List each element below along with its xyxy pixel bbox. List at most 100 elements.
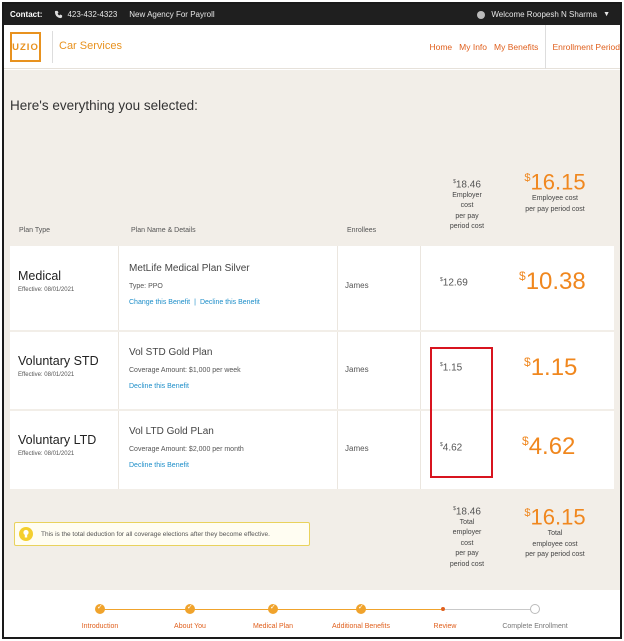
decline-benefit-link[interactable]: Decline this Benefit — [129, 462, 189, 469]
employer-cost-total: $18.46 — [453, 179, 481, 191]
user-menu[interactable]: Welcome Roopesh N Sharma ▼ — [477, 4, 610, 25]
contact-phone[interactable]: 423-432-4323 — [67, 10, 117, 19]
step-additional-benefits[interactable]: Additional Benefits — [332, 623, 390, 630]
col-plan-name: Plan Name & Details — [131, 227, 196, 234]
step-introduction[interactable]: Introduction — [82, 623, 119, 630]
divider — [118, 246, 119, 330]
app-frame: Contact: 423-432-4323 New Agency For Pay… — [2, 2, 622, 639]
divider — [337, 332, 338, 409]
nav-my-info[interactable]: My Info — [459, 42, 487, 52]
effective-date: Effective: 08/01/2021 — [18, 287, 75, 293]
contact-label: Contact: — [10, 10, 43, 19]
step-medical-plan-icon[interactable] — [268, 603, 278, 614]
plan-detail: Type: PPO — [129, 283, 163, 290]
enrollee-name: James — [345, 281, 369, 290]
nav-divider — [545, 25, 547, 69]
page-title: Here's everything you selected: — [10, 98, 198, 113]
divider — [420, 332, 421, 409]
uzio-logo[interactable]: UZIO — [10, 32, 41, 62]
summary-label: per pay period cost — [525, 551, 585, 559]
plan-detail: Coverage Amount: $2,000 per month — [129, 446, 244, 453]
plan-type: Medical — [18, 269, 62, 283]
employee-cost-total: $16.15 — [524, 169, 586, 195]
col-plan-type: Plan Type — [19, 227, 51, 234]
summary-label: employer — [452, 529, 482, 537]
enrollment-progress: Introduction About You Medical Plan Addi… — [4, 590, 620, 637]
chevron-down-icon: ▼ — [603, 11, 610, 18]
col-enrollees: Enrollees — [347, 227, 377, 234]
total-employer-cost-summary: $18.46 Total employer cost per pay perio… — [434, 504, 500, 570]
plan-actions: Change this Benefit | Decline this Benefit — [129, 299, 260, 306]
employee-cost-total: $16.15 — [524, 504, 586, 530]
total-employee-cost-summary: $16.15 Total employee cost per pay perio… — [509, 501, 601, 561]
employer-cost-total: $18.46 — [453, 506, 481, 518]
review-summary: Here's everything you selected: $18.46 E… — [4, 70, 620, 590]
user-avatar-icon — [477, 10, 486, 19]
phone-icon — [55, 10, 63, 19]
welcome-text: Welcome Roopesh N Sharma — [491, 10, 598, 19]
plan-name: MetLife Medical Plan Silver — [129, 263, 250, 274]
summary-label: Total — [547, 530, 563, 538]
step-additional-benefits-icon[interactable] — [356, 603, 366, 614]
plan-name: Vol STD Gold Plan — [129, 347, 213, 358]
divider — [118, 411, 119, 489]
summary-label: per pay — [455, 550, 479, 558]
nav-enrollment-period[interactable]: Enrollment Period — [552, 42, 620, 52]
summary-label: Employee cost — [532, 195, 578, 203]
step-introduction-icon[interactable] — [95, 603, 105, 614]
enrollee-name: James — [345, 365, 369, 374]
employee-cost: $10.38 — [519, 268, 586, 295]
employer-cost-summary: $18.46 Employer cost per pay period cost — [434, 177, 500, 233]
divider — [420, 411, 421, 489]
employee-cost-summary: $16.15 Employee cost per pay period cost — [509, 166, 601, 215]
plan-name: Vol LTD Gold PLan — [129, 426, 214, 437]
divider — [337, 246, 338, 330]
plan-type: Voluntary STD — [18, 354, 99, 368]
nav-my-benefits[interactable]: My Benefits — [494, 42, 538, 52]
summary-label: cost — [460, 539, 474, 547]
divider — [420, 246, 421, 330]
change-benefit-link[interactable]: Change this Benefit — [129, 299, 190, 306]
link-separator: | — [194, 299, 196, 306]
employee-cost: $4.62 — [522, 433, 576, 460]
highlight-box — [430, 347, 493, 478]
divider — [118, 332, 119, 409]
step-review[interactable]: Review — [434, 623, 457, 630]
table-row: Voluntary LTD Effective: 08/01/2021 Vol … — [10, 411, 614, 489]
summary-label: per pay — [455, 212, 479, 220]
step-about-you-icon[interactable] — [185, 603, 195, 614]
effective-date: Effective: 08/01/2021 — [18, 451, 75, 457]
plan-type: Voluntary LTD — [18, 433, 97, 447]
contact-bar: Contact: 423-432-4323 New Agency For Pay… — [4, 4, 620, 25]
step-about-you[interactable]: About You — [174, 623, 206, 630]
enrollee-name: James — [345, 444, 369, 453]
divider — [337, 411, 338, 489]
total-deduction-note: This is the total deduction for all cove… — [14, 522, 310, 546]
step-complete-enrollment: Complete Enrollment — [502, 623, 568, 630]
table-row: Medical Effective: 08/01/2021 MetLife Me… — [10, 246, 614, 330]
employer-cost: $12.69 — [440, 277, 468, 289]
step-medical-plan[interactable]: Medical Plan — [253, 623, 293, 630]
summary-label: employee cost — [532, 540, 578, 548]
plan-actions: Decline this Benefit — [129, 383, 241, 390]
employee-cost: $1.15 — [524, 354, 578, 381]
step-complete-enrollment-icon — [530, 604, 540, 614]
summary-label: Total — [459, 518, 475, 526]
step-review-icon[interactable] — [441, 607, 445, 611]
summary-label: period cost — [449, 223, 485, 231]
plan-actions: Decline this Benefit — [129, 462, 244, 469]
table-row: Voluntary STD Effective: 08/01/2021 Vol … — [10, 332, 614, 409]
main-nav: Home My Info My Benefits Enrollment Peri… — [429, 25, 620, 69]
company-name: Car Services — [59, 40, 122, 52]
decline-benefit-link[interactable]: Decline this Benefit — [129, 383, 189, 390]
nav-home[interactable]: Home — [429, 42, 452, 52]
lightbulb-icon — [19, 527, 33, 541]
progress-track-todo — [445, 609, 533, 610]
app-header: UZIO Car Services Home My Info My Benefi… — [4, 25, 620, 69]
agency-name: New Agency For Payroll — [129, 10, 215, 19]
decline-benefit-link[interactable]: Decline this Benefit — [200, 299, 260, 306]
summary-label: cost — [460, 202, 474, 210]
summary-label: period cost — [449, 560, 485, 568]
divider — [52, 31, 53, 63]
summary-label: per pay period cost — [525, 205, 585, 213]
